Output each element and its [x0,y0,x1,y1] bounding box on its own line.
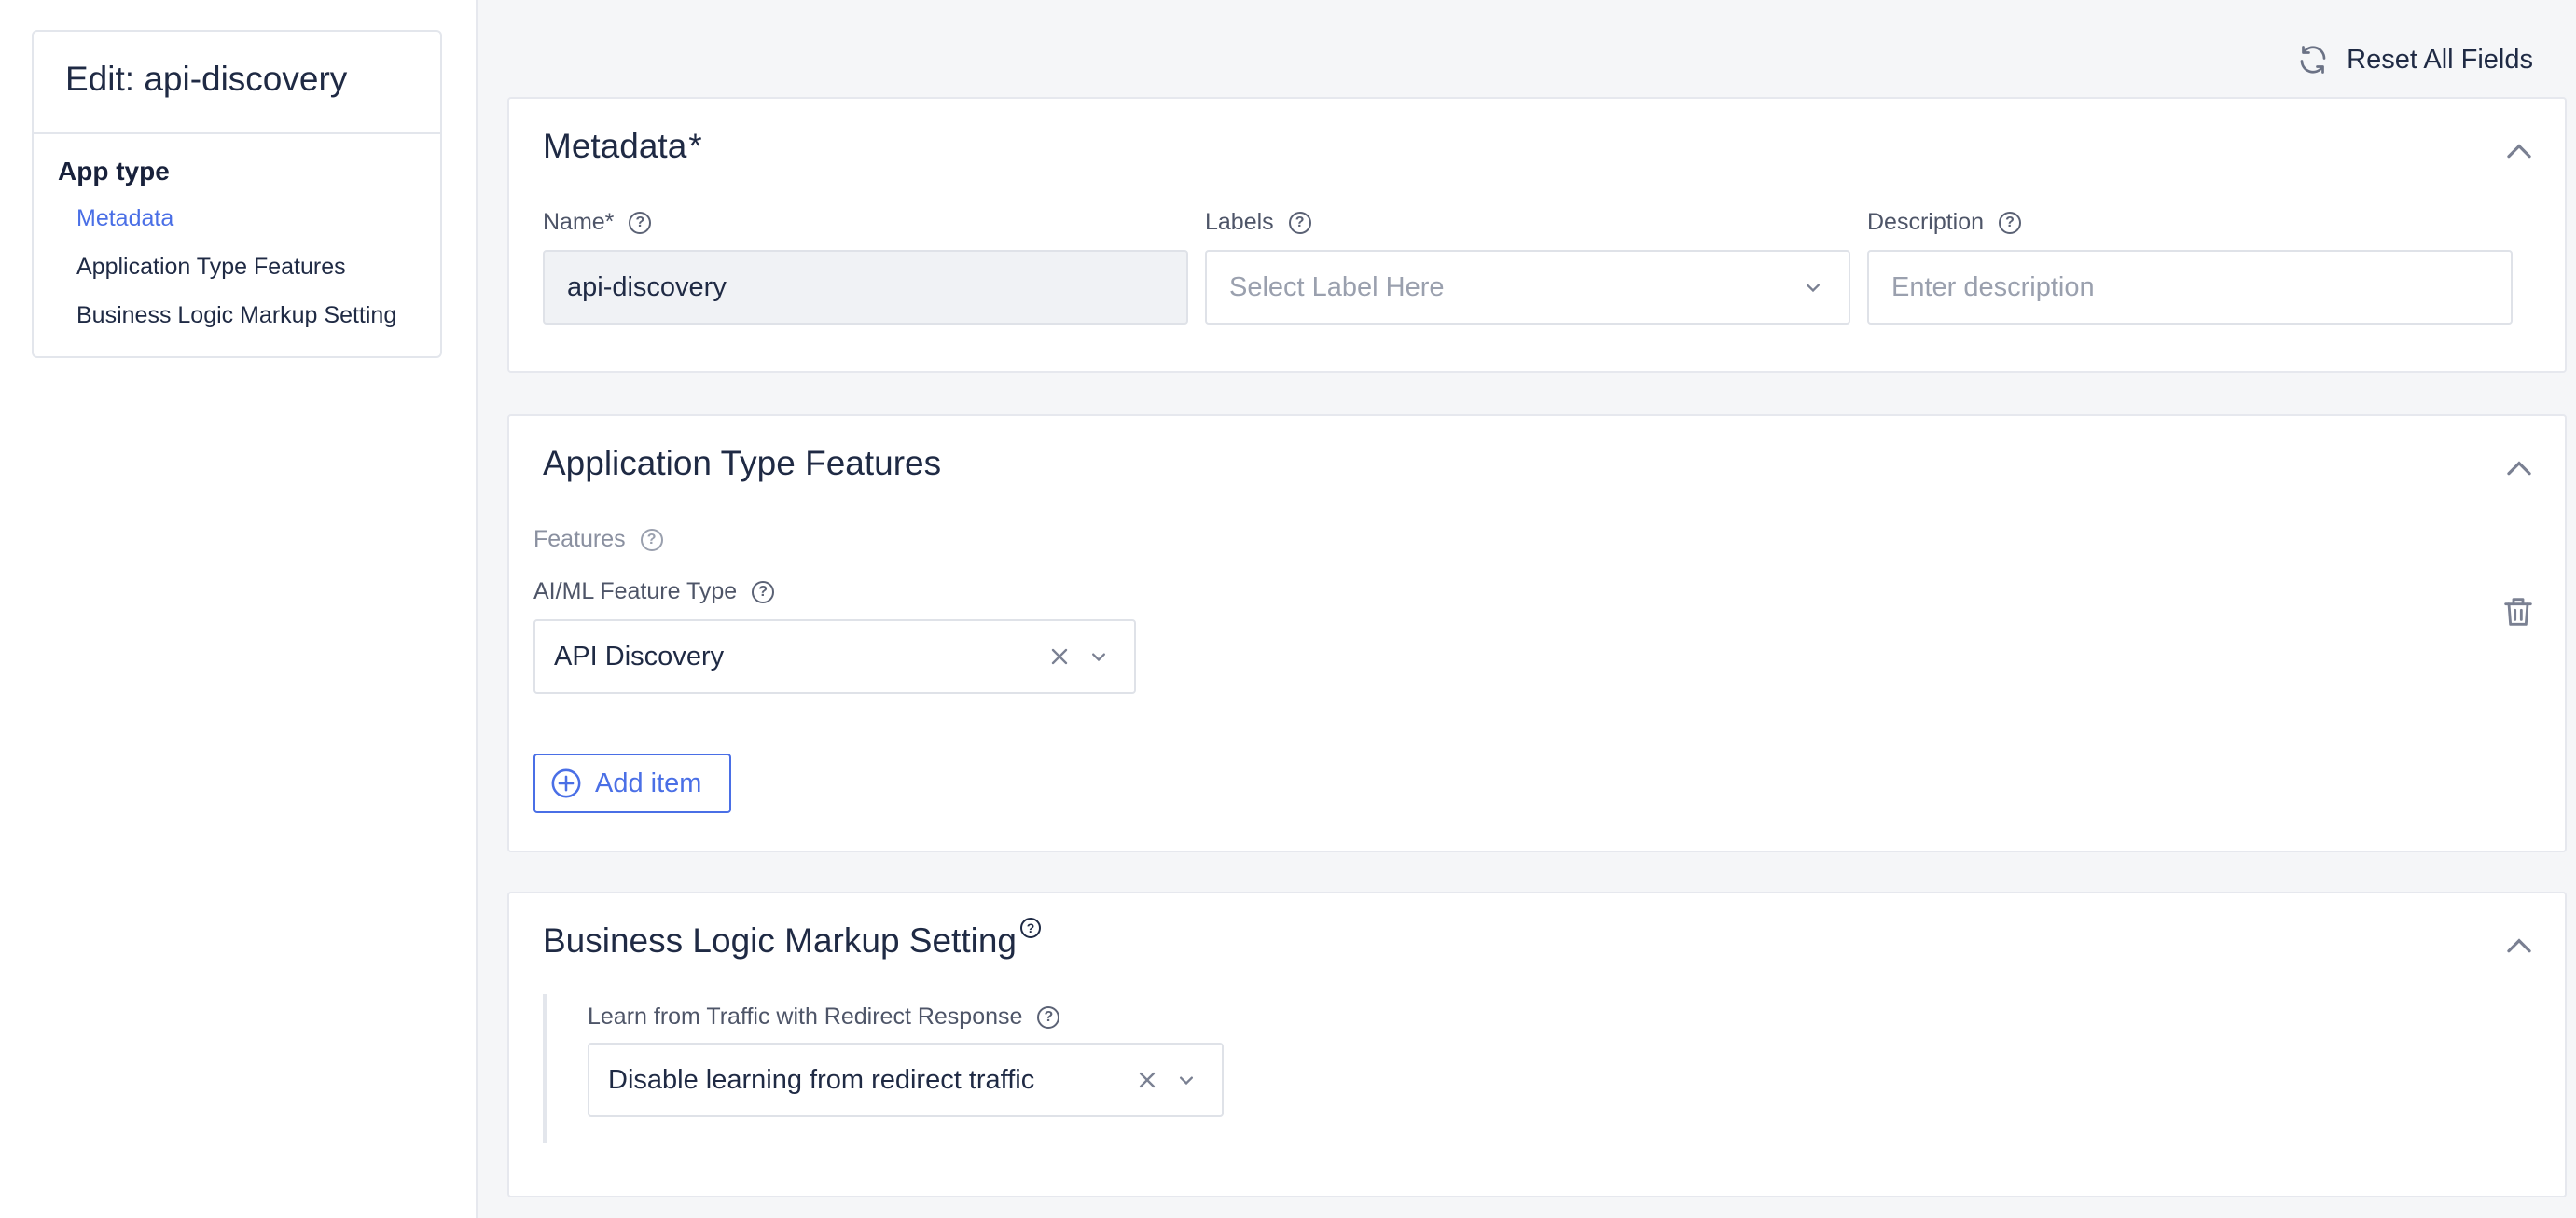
description-field[interactable]: Enter description [1867,250,2513,325]
feature-type-label: AI/ML Feature Type ? [533,578,775,605]
business-logic-title: Business Logic Markup Setting? [543,918,1041,961]
feature-type-label-text: AI/ML Feature Type [533,578,738,604]
features-label-text: Features [533,526,626,552]
labels-label-text: Labels [1205,209,1274,235]
clear-redirect-close-icon[interactable] [1134,1067,1160,1093]
business-logic-help-icon[interactable]: ? [1020,918,1041,938]
section-nav: Edit: api-discovery App type Metadata Ap… [32,30,442,358]
required-mark: * [688,127,702,165]
feature-type-value: API Discovery [554,641,725,671]
metadata-title: Metadata* [543,127,702,166]
metadata-card: Metadata* Name* ? api-discovery Labels ?… [507,97,2567,373]
indent-bar [543,994,547,1143]
application-type-features-title: Application Type Features [543,444,942,482]
feature-type-help-icon[interactable]: ? [752,580,775,603]
clear-feature-type-close-icon[interactable] [1046,644,1073,670]
refresh-icon [2300,46,2326,74]
name-label: Name* ? [543,209,652,236]
nav-group-app-type: App type [58,157,170,186]
name-field-value: api-discovery [567,271,727,302]
business-logic-card: Business Logic Markup Setting? Learn fro… [507,892,2567,1197]
delete-feature-trash-icon[interactable] [2500,593,2537,630]
redirect-value: Disable learning from redirect traffic [608,1064,1035,1095]
name-field[interactable]: api-discovery [543,250,1188,325]
name-label-text: Name* [543,209,615,235]
labels-label: Labels ? [1205,209,1311,236]
nav-list: Metadata Application Type Features Busin… [34,194,440,339]
plus-circle-icon [551,768,581,798]
redirect-help-icon[interactable]: ? [1037,1005,1060,1029]
feature-type-select[interactable]: API Discovery [533,619,1136,694]
features-label: Features ? [533,526,663,553]
collapse-metadata-chevron-up-icon[interactable] [2501,134,2537,170]
description-label: Description ? [1867,209,2022,236]
redirect-label: Learn from Traffic with Redirect Respons… [588,1003,1060,1031]
metadata-title-text: Metadata [543,127,687,165]
features-help-icon[interactable]: ? [640,528,663,551]
app-root: Edit: api-discovery App type Metadata Ap… [0,0,2576,1218]
collapse-features-chevron-up-icon[interactable] [2501,451,2537,487]
nav-item-business-logic-markup-setting[interactable]: Business Logic Markup Setting [34,291,440,339]
reset-all-fields-label: Reset All Fields [2347,44,2533,75]
description-label-text: Description [1867,209,1985,235]
labels-chevron-down-icon[interactable] [1800,274,1826,300]
add-item-button[interactable]: Add item [533,754,731,813]
collapse-business-logic-chevron-up-icon[interactable] [2501,929,2537,964]
add-item-label: Add item [595,768,702,798]
name-help-icon[interactable]: ? [629,211,652,234]
page-title: Edit: api-discovery [34,32,440,134]
reset-all-fields-button[interactable]: Reset All Fields [2296,39,2533,80]
redirect-label-text: Learn from Traffic with Redirect Respons… [588,1003,1023,1030]
description-help-icon[interactable]: ? [1999,211,2022,234]
nav-item-metadata[interactable]: Metadata [34,194,440,242]
business-logic-title-text: Business Logic Markup Setting [543,921,1017,960]
labels-help-icon[interactable]: ? [1288,211,1311,234]
redirect-chevron-down-icon[interactable] [1173,1067,1199,1093]
description-placeholder: Enter description [1891,271,2095,302]
nav-item-application-type-features[interactable]: Application Type Features [34,242,440,291]
feature-type-chevron-down-icon[interactable] [1086,644,1112,670]
redirect-select[interactable]: Disable learning from redirect traffic [588,1043,1224,1117]
labels-select-placeholder: Select Label Here [1229,271,1445,302]
labels-select[interactable]: Select Label Here [1205,250,1850,325]
application-type-features-card: Application Type Features Features ? AI/… [507,414,2567,852]
left-panel: Edit: api-discovery App type Metadata Ap… [0,0,478,1218]
